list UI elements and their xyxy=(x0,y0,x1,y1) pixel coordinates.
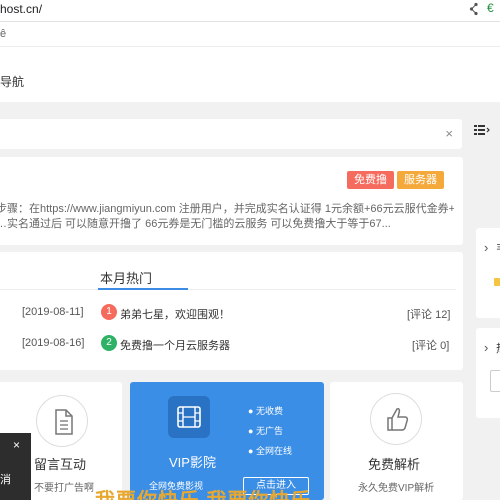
search-bar[interactable]: × xyxy=(0,119,462,149)
feature-subtitle: 不要打广告啊 xyxy=(34,483,94,494)
vip-feature-item: ● 无广告 xyxy=(248,426,283,436)
thumbs-up-icon xyxy=(370,393,422,445)
vip-feature-item: ● 全网在线 xyxy=(248,446,292,456)
feature-subtitle: 永久免费VIP解析 xyxy=(358,483,435,494)
active-tab-underline xyxy=(98,288,188,290)
site-header: 导航 xyxy=(0,47,500,102)
announcement-excerpt[interactable]: 步骤：在https://www.jiangmiyun.com 注册用户，并完成实… xyxy=(0,202,454,232)
excerpt-line-2: …实名通过后 可以随意开撸了 66元券是无门槛的云服务 可以免费撸大于等于67.… xyxy=(0,218,391,230)
chevron-right-icon: › xyxy=(484,340,489,355)
sidebar-widget: › 热 xyxy=(476,328,500,418)
hot-post-link[interactable]: 免费撸一个月云服务器 xyxy=(120,337,230,353)
vip-feature-label: 无收费 xyxy=(255,406,283,416)
widget-title: 热 xyxy=(496,340,500,356)
comment-count: [评论 12] xyxy=(407,309,451,321)
share-icon[interactable] xyxy=(469,2,479,16)
floating-label: 消 xyxy=(0,474,11,486)
feature-free-parse[interactable]: 免费解析 永久免费VIP解析 xyxy=(330,382,463,500)
vip-title: VIP影院 xyxy=(169,455,216,470)
film-icon xyxy=(168,396,210,438)
hot-posts-card: 本月热门 [2019-08-11] [2019-08-16] 1 弟弟七星，欢迎… xyxy=(0,252,463,370)
comment-count: [评论 0] xyxy=(412,340,450,352)
topbar-text: ê xyxy=(0,28,7,40)
widget-input[interactable] xyxy=(490,370,500,392)
widget-title: 韦 xyxy=(496,240,500,256)
menu-list-icon[interactable] xyxy=(474,122,490,136)
tag-free[interactable]: 免费撸 xyxy=(347,171,394,189)
rank-badge: 1 xyxy=(101,304,117,320)
vip-feature-item: ● 无收费 xyxy=(248,406,283,416)
document-icon xyxy=(36,395,88,447)
floating-panel: × 消 xyxy=(0,433,31,500)
divider xyxy=(0,289,456,290)
feature-title: 留言互动 xyxy=(34,457,87,472)
url-field[interactable]: host.cn/ xyxy=(0,2,42,16)
extension-icon[interactable]: € xyxy=(487,1,494,15)
close-icon[interactable]: × xyxy=(13,438,20,452)
hot-post-link[interactable]: 弟弟七星，欢迎围观！ xyxy=(120,306,230,322)
vip-feature-label: 全网在线 xyxy=(255,446,292,456)
vip-feature-label: 无广告 xyxy=(255,426,283,436)
post-date: [2019-08-11] xyxy=(22,306,84,318)
hot-posts-title[interactable]: 本月热门 xyxy=(100,268,152,287)
sidebar-widget: › 韦 xyxy=(476,228,500,318)
chevron-right-icon: › xyxy=(484,240,489,255)
feature-title: 免费解析 xyxy=(368,457,421,472)
widget-image xyxy=(494,278,500,286)
nav-link[interactable]: 导航 xyxy=(0,73,24,90)
post-date: [2019-08-16] xyxy=(22,337,85,349)
close-icon[interactable]: × xyxy=(445,126,453,141)
announcement-card: 免费撸 服务器 步骤：在https://www.jiangmiyun.com 注… xyxy=(0,157,463,245)
rank-badge: 2 xyxy=(101,335,117,351)
site-topbar: ê xyxy=(0,22,500,47)
tag-server[interactable]: 服务器 xyxy=(397,171,444,189)
feature-vip-cinema[interactable]: VIP影院 全网免费影视 ● 无收费 ● 无广告 ● 全网在线 点击进入 xyxy=(130,382,324,500)
browser-address-bar: host.cn/ € xyxy=(0,0,500,22)
excerpt-line-1: 步骤：在https://www.jiangmiyun.com 注册用户，并完成实… xyxy=(0,203,454,215)
overlay-caption: 我要你快乐 我要你快乐 xyxy=(95,484,312,500)
